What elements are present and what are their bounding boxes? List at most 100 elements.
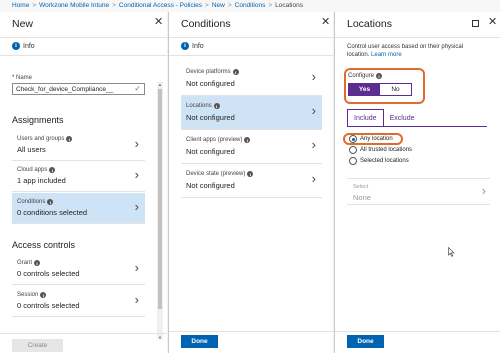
row-label: Locations [186,103,212,109]
radio-label: All trusted locations [360,147,413,153]
info-icon: i [213,103,220,109]
divider [169,55,333,56]
breadcrumb-tenant[interactable]: Workzone Mobile Intune [39,2,109,9]
include-exclude-tabs: Include Exclude [347,109,420,127]
blade-footer: Done [169,331,333,353]
tab-exclude[interactable]: Exclude [384,109,421,127]
configure-toggle[interactable]: Yes No [348,83,412,96]
maximize-icon[interactable] [472,20,479,27]
breadcrumb-policies[interactable]: Conditional Access - Policies [119,2,202,9]
blade-footer: Create [0,333,167,353]
blade-title: Locations [347,18,392,30]
row-value: 0 conditions selected [17,208,88,217]
breadcrumb-locations: Locations [275,2,303,9]
radio-label: Any location [360,136,393,142]
locations-row[interactable]: Locations i Not configured › [181,96,322,130]
chevron-right-icon: › [134,199,139,214]
radio-unselected-icon [349,146,357,154]
row-label: Cloud apps [17,167,48,173]
info-icon: i [181,42,189,50]
client-apps-row[interactable]: Client apps (preview) i Not configured › [181,130,322,164]
row-value: All users [17,145,46,154]
info-icon: i [66,136,73,142]
breadcrumb-separator: > [205,2,209,9]
info-icon: i [40,292,47,298]
select-value: None [353,193,371,202]
done-button[interactable]: Done [181,335,218,348]
info-link[interactable]: i Info [12,41,35,51]
info-icon: i [34,260,41,266]
name-input[interactable]: Check_for_device_Compliance__ ✓ [12,83,145,95]
breadcrumb-conditions[interactable]: Conditions [235,2,266,9]
conditions-blade: Conditions ✕ i Info Device platforms i No… [168,12,333,353]
row-value: Not configured [186,79,235,88]
radio-unselected-icon [349,157,357,165]
session-row[interactable]: Session i 0 controls selected › [12,286,145,317]
name-input-value: Check_for_device_Compliance__ [16,86,114,93]
divider [169,37,333,38]
create-button[interactable]: Create [12,339,63,352]
blade-title: New [12,18,34,30]
row-label: Client apps (preview) [186,137,243,143]
divider [0,37,167,38]
divider [335,37,500,38]
conditions-row[interactable]: Conditions i 0 conditions selected › [12,193,145,224]
tab-include[interactable]: Include [347,109,384,127]
info-icon: i [47,199,54,205]
row-label: Grant [17,260,33,266]
locations-blade: Locations ✕ Control user access based on… [334,12,500,353]
scrollbar-thumb[interactable] [158,89,162,309]
breadcrumb-home[interactable]: Home [12,2,29,9]
blade-header: Conditions ✕ [169,12,333,37]
info-icon: i [232,69,239,75]
name-field-label: * Name [12,75,33,81]
chevron-right-icon: › [311,103,316,118]
radio-selected-locations[interactable]: Selected locations [349,157,409,165]
radio-label: Selected locations [360,158,409,164]
breadcrumb-separator: > [268,2,273,9]
toggle-no[interactable]: No [380,84,411,95]
info-icon: i [247,171,254,177]
info-icon: i [244,137,251,143]
radio-any-location[interactable]: Any location [349,135,393,143]
scroll-up-icon[interactable]: ▲ [157,82,163,87]
info-link[interactable]: i Info [181,41,204,51]
configure-label: Configure i [348,73,383,79]
chevron-right-icon: › [311,171,316,186]
chevron-right-icon: › [481,183,486,198]
row-label: Conditions [17,199,46,205]
chevron-right-icon: › [311,69,316,84]
toggle-yes[interactable]: Yes [349,84,380,95]
close-icon[interactable]: ✕ [321,17,330,28]
close-icon[interactable]: ✕ [488,17,497,28]
row-value: Not configured [186,113,235,122]
cloud-apps-row[interactable]: Cloud apps i 1 app included › [12,161,145,192]
info-label: Info [192,42,204,50]
users-and-groups-row[interactable]: Users and groups i All users › [12,130,145,161]
device-state-row[interactable]: Device state (preview) i Not configured › [181,164,322,198]
chevron-right-icon: › [134,167,139,182]
row-value: Not configured [186,147,235,156]
device-platforms-row[interactable]: Device platforms i Not configured › [181,62,322,96]
info-icon: i [12,42,20,50]
select-locations-row[interactable]: Select None › [347,178,490,205]
grant-row[interactable]: Grant i 0 controls selected › [12,254,145,285]
scrollbar[interactable]: ▲ ▼ [157,82,163,340]
chevron-right-icon: › [134,260,139,275]
info-icon: i [49,167,56,173]
breadcrumb-separator: > [112,2,116,9]
new-policy-blade: New ✕ i Info * Name Check_for_device_Com… [0,12,167,353]
blade-header: New ✕ [0,12,167,37]
locations-description: Control user access based on their physi… [347,44,464,58]
breadcrumb: Home > Workzone Mobile Intune > Conditional … [0,0,500,12]
breadcrumb-new[interactable]: New [212,2,225,9]
breadcrumb-separator: > [227,2,232,9]
done-button[interactable]: Done [347,335,384,348]
close-icon[interactable]: ✕ [154,17,163,28]
row-label: Device state (preview) [186,171,246,177]
chevron-right-icon: › [134,292,139,307]
row-value: Not configured [186,181,235,190]
learn-more-link[interactable]: Learn more [371,52,402,58]
assignments-heading: Assignments [12,115,64,125]
radio-all-trusted-locations[interactable]: All trusted locations [349,146,412,154]
